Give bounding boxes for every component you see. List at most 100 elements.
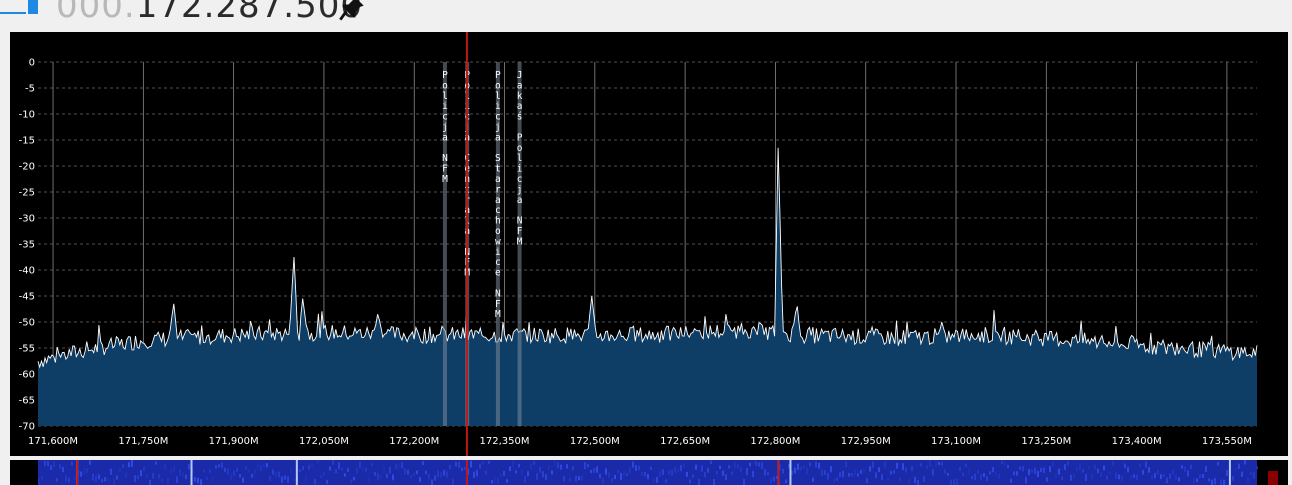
waterfall-speckle: [1226, 470, 1228, 476]
waterfall-speckle: [539, 466, 541, 473]
waterfall-speckle: [653, 478, 655, 483]
waterfall-speckle: [488, 460, 490, 464]
waterfall-speckle: [230, 473, 232, 481]
waterfall-speckle: [869, 466, 871, 472]
waterfall-speckle: [497, 477, 499, 484]
waterfall-speckle: [848, 472, 850, 477]
waterfall-speckle: [422, 461, 424, 466]
waterfall-speckle: [179, 469, 181, 476]
waterfall-speckle: [167, 477, 169, 484]
waterfall-speckle: [623, 470, 625, 477]
waterfall-speckle: [380, 475, 382, 480]
waterfall-speckle: [953, 478, 955, 485]
waterfall-speckle: [965, 463, 967, 468]
waterfall-speckle: [830, 466, 832, 473]
waterfall-speckle: [980, 473, 982, 481]
waterfall-level-indicator: [1268, 471, 1278, 485]
y-tick-label: -30: [19, 214, 35, 225]
spectrum-chart[interactable]: 0 -5 -10 -15 -20 -25 -30 -35 -40 -45 -50 -55 -60 -65 -…: [10, 32, 1288, 456]
waterfall-speckle: [500, 473, 502, 477]
waterfall-speckle: [734, 461, 736, 469]
y-tick-label: -15: [19, 136, 35, 147]
waterfall-speckle: [158, 474, 160, 479]
waterfall-speckle: [1148, 467, 1150, 473]
waterfall-speckle: [605, 468, 607, 475]
waterfall-speckle: [1109, 471, 1111, 475]
frequency-marker-line: [0, 12, 26, 14]
waterfall-speckle: [650, 466, 652, 470]
waterfall-speckle: [1169, 473, 1171, 480]
waterfall-speckle: [1016, 471, 1018, 476]
waterfall-speckle: [245, 466, 247, 470]
waterfall-speckle: [392, 474, 394, 481]
frequency-prefix: 000.: [56, 0, 136, 26]
x-tick-label: 173,250M: [1021, 436, 1071, 447]
waterfall-speckle: [1112, 460, 1114, 466]
waterfall-speckle: [173, 465, 175, 473]
waterfall-speckle: [905, 467, 907, 473]
waterfall-speckle: [656, 476, 658, 483]
waterfall-speckle: [536, 472, 538, 480]
waterfall-panel[interactable]: [10, 460, 1288, 485]
waterfall-speckle: [308, 464, 310, 470]
waterfall-speckle: [806, 467, 808, 475]
waterfall-speckle: [125, 473, 127, 478]
waterfall-speckle: [785, 479, 787, 483]
waterfall-speckle: [83, 467, 85, 475]
x-tick-label: 173,550M: [1202, 436, 1252, 447]
waterfall-speckle: [1181, 465, 1183, 469]
x-tick-label: 171,600M: [28, 436, 78, 447]
frequency-display[interactable]: 000.172.287.500: [56, 0, 363, 26]
waterfall-speckle: [164, 463, 166, 471]
waterfall-speckle: [1058, 468, 1060, 475]
waterfall-speckle: [917, 479, 919, 485]
waterfall-speckle: [929, 460, 931, 467]
waterfall-speckle: [1151, 474, 1153, 480]
waterfall-speckle: [293, 478, 295, 482]
waterfall-speckle: [1202, 474, 1204, 479]
waterfall-speckle: [410, 475, 412, 479]
waterfall-speckle: [797, 463, 799, 470]
waterfall-speckle: [1247, 477, 1249, 482]
waterfall-speckle: [506, 479, 508, 483]
waterfall-speckle: [212, 476, 214, 482]
waterfall-speckle: [1136, 474, 1138, 480]
waterfall-speckle: [305, 475, 307, 482]
waterfall-speckle: [782, 468, 784, 474]
waterfall-speckle: [359, 461, 361, 469]
waterfall-speckle: [494, 476, 496, 483]
waterfall-speckle: [344, 473, 346, 477]
waterfall-speckle: [482, 460, 484, 465]
waterfall-speckle: [314, 478, 316, 485]
waterfall-speckle: [737, 464, 739, 469]
waterfall-speckle: [1049, 466, 1051, 473]
waterfall-speckle: [185, 474, 187, 480]
waterfall-speckle: [122, 464, 124, 468]
waterfall-speckle: [689, 479, 691, 484]
waterfall-signal: [295, 460, 298, 485]
waterfall-speckle: [1190, 464, 1192, 470]
waterfall-speckle: [857, 473, 859, 477]
waterfall-speckle: [755, 461, 757, 466]
waterfall-speckle: [692, 474, 694, 478]
waterfall-speckle: [614, 474, 616, 480]
waterfall-chart[interactable]: [10, 460, 1288, 485]
waterfall-speckle: [1142, 469, 1144, 475]
waterfall-speckle: [977, 470, 979, 475]
waterfall-speckle: [56, 478, 58, 482]
waterfall-speckle: [803, 465, 805, 469]
waterfall-speckle: [599, 473, 601, 479]
waterfall-speckle: [695, 464, 697, 470]
waterfall-speckle: [812, 477, 814, 482]
waterfall-speckle: [524, 476, 526, 483]
y-tick-label: -10: [19, 110, 35, 121]
spectrum-panel[interactable]: 0 -5 -10 -15 -20 -25 -30 -35 -40 -45 -50 -55 -60 -65 -…: [10, 32, 1288, 456]
waterfall-speckle: [1223, 479, 1225, 485]
waterfall-speckle: [491, 479, 493, 484]
y-tick-label: -40: [19, 266, 35, 277]
pin-icon[interactable]: [338, 0, 366, 22]
waterfall-speckle: [1034, 467, 1036, 474]
waterfall-speckle: [548, 464, 550, 471]
waterfall-speckle: [1238, 463, 1240, 469]
waterfall-speckle: [947, 472, 949, 476]
